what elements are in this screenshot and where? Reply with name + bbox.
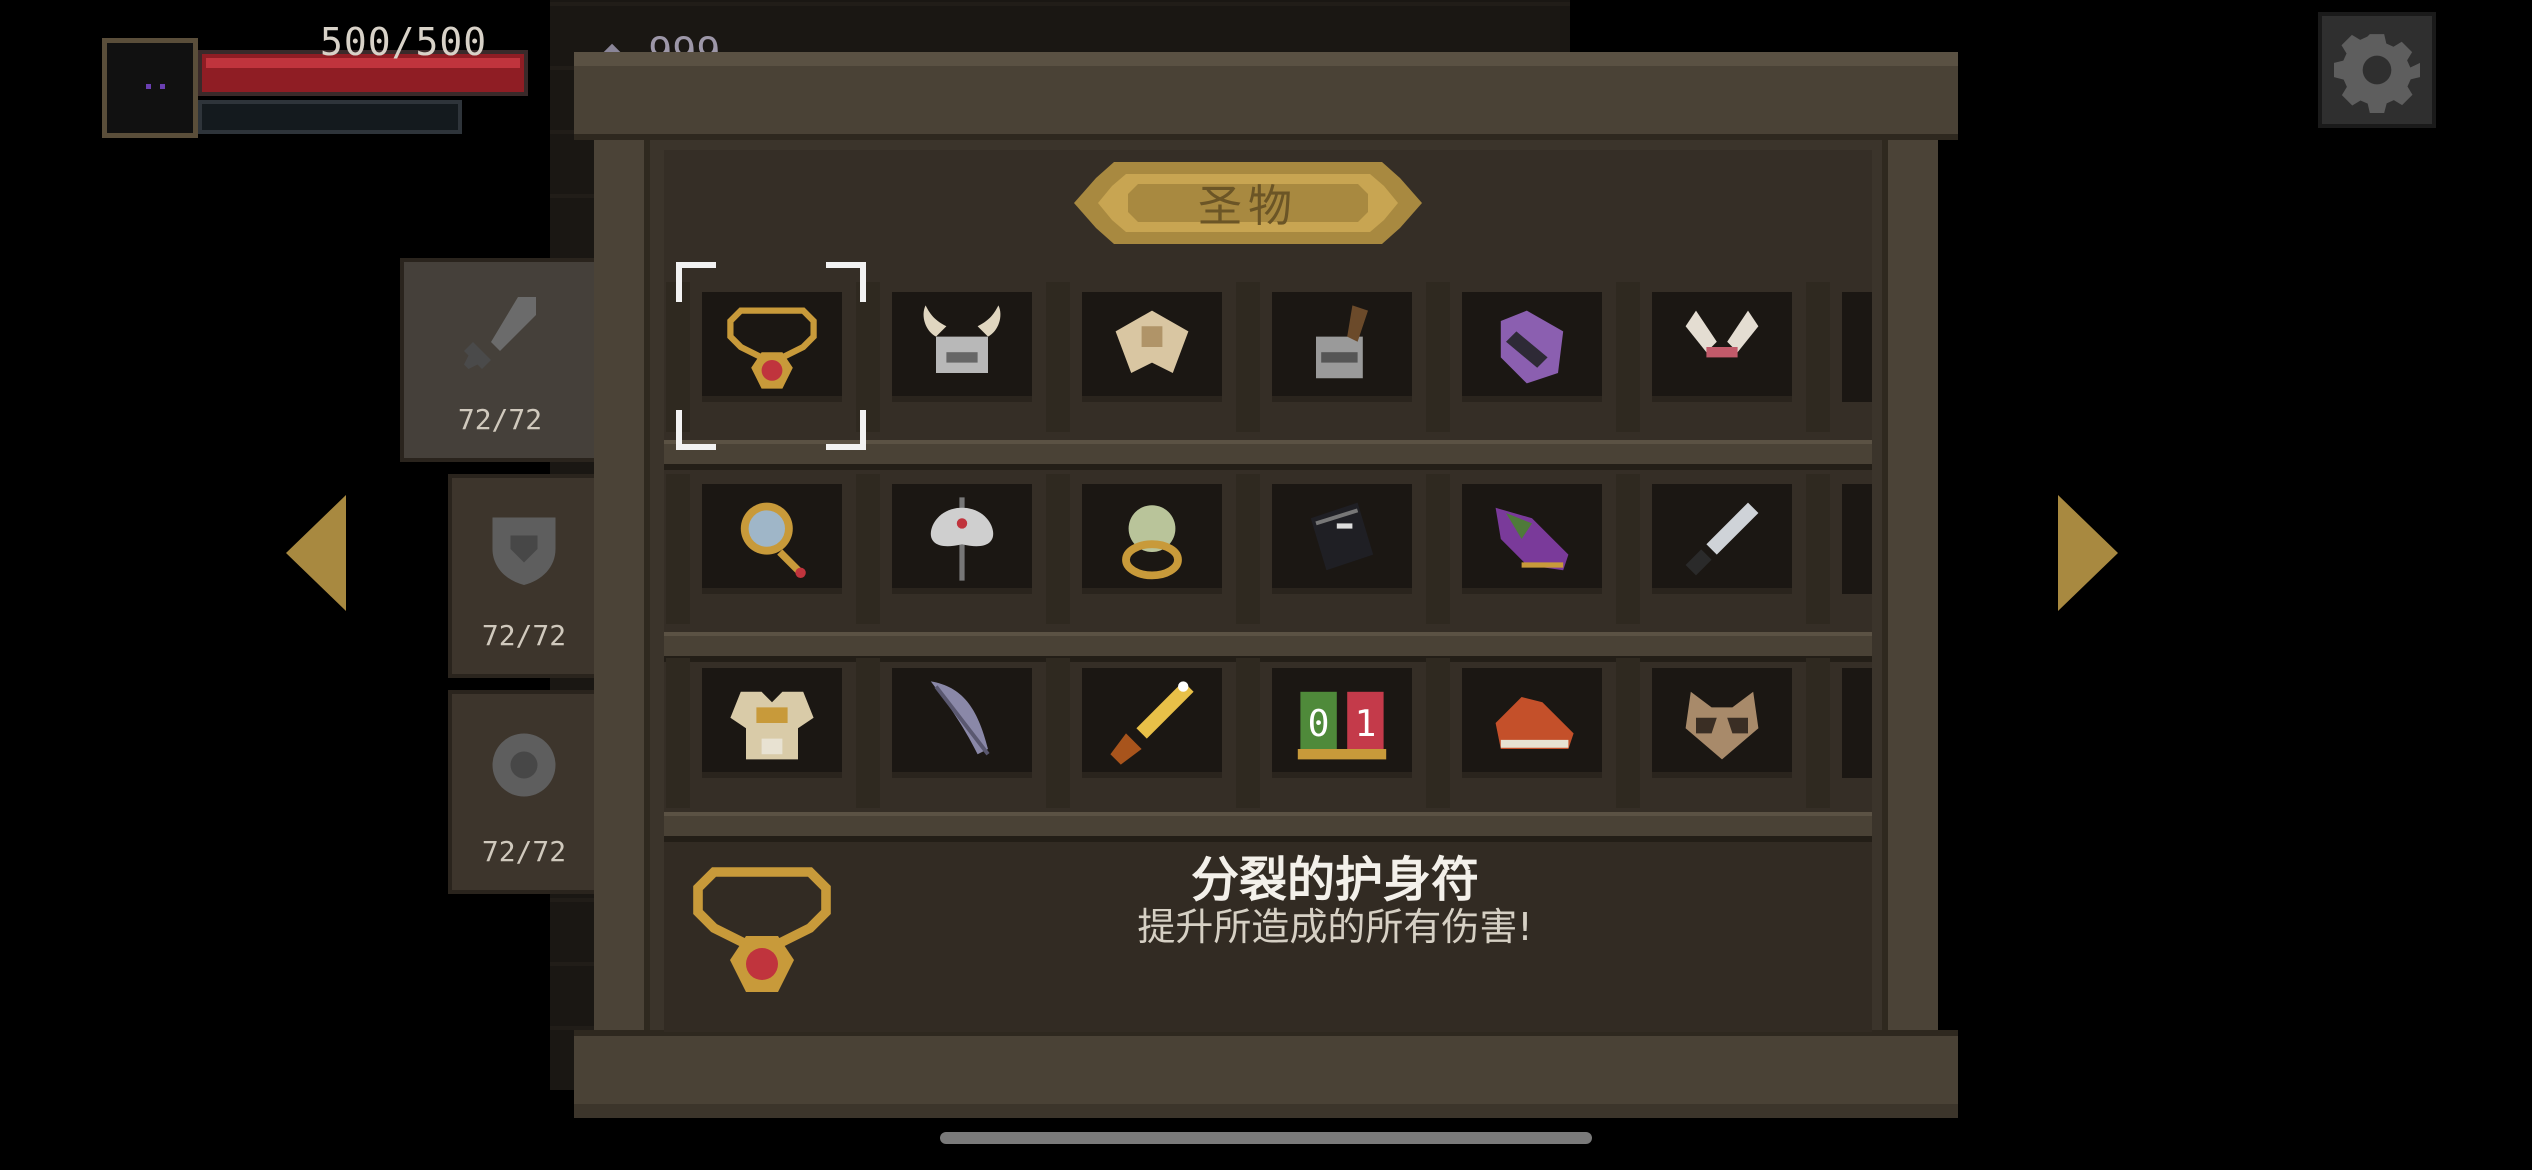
hp-text: 500/500 [320, 20, 488, 64]
svg-text:0: 0 [1308, 702, 1330, 745]
tab-count: 72/72 [457, 403, 543, 436]
shelf-divider [1426, 658, 1450, 808]
relic-slot[interactable] [1652, 484, 1792, 594]
shelf-divider [1046, 282, 1070, 432]
relic-slot[interactable] [702, 668, 842, 778]
shelf-divider [666, 658, 690, 808]
tab-count: 72/72 [481, 619, 567, 652]
selection-cursor [676, 262, 866, 450]
next-page-arrow[interactable] [2058, 495, 2118, 611]
relic-slot[interactable] [1652, 668, 1792, 778]
svg-text:1: 1 [1354, 702, 1376, 745]
relic-slot[interactable] [892, 668, 1032, 778]
relic-slot-partial [1842, 484, 1872, 594]
shelf-divider [666, 474, 690, 624]
feather-quill-icon [930, 681, 990, 756]
shelf-divider [1426, 282, 1450, 432]
shelf [664, 632, 1872, 662]
mana-bar [198, 100, 462, 134]
relic-slot[interactable] [892, 292, 1032, 402]
relic-slot[interactable] [1462, 668, 1602, 778]
bunny-ears-icon [1685, 310, 1759, 358]
relic-slot-partial [1842, 292, 1872, 402]
cabinet-top [574, 52, 1958, 140]
axe-helmet-icon [1316, 305, 1368, 379]
relic-slot-partial [1842, 668, 1872, 778]
shelf [664, 812, 1872, 842]
gear-icon [2334, 34, 2420, 113]
tab-accessories[interactable]: 72/72 [448, 690, 600, 894]
shelf-divider [1236, 282, 1260, 432]
settings-button[interactable] [2318, 12, 2436, 128]
tab-armor[interactable]: 72/72 [448, 474, 600, 678]
shield-icon [492, 517, 556, 585]
red-sneaker-icon [1495, 697, 1574, 749]
purple-shoe-icon [1495, 507, 1569, 571]
magic-mirror-icon [740, 502, 806, 578]
relic-slot[interactable] [1462, 292, 1602, 402]
shelf-divider [1806, 282, 1830, 432]
raccoon-mask-icon [1685, 691, 1759, 760]
shelf-divider [1616, 474, 1640, 624]
shelf-divider [856, 474, 880, 624]
horned-helmet-icon [923, 305, 1001, 373]
dagger-icon [1685, 502, 1759, 576]
black-book-icon [1310, 502, 1374, 571]
relic-slot[interactable] [1462, 484, 1602, 594]
shelf-divider [1046, 474, 1070, 624]
relic-slot[interactable] [1082, 668, 1222, 778]
amulet-icon [693, 867, 831, 992]
cursed-bone-icon [1500, 310, 1564, 384]
relic-slot[interactable] [1652, 292, 1792, 402]
shelf-divider [856, 658, 880, 808]
cabinet-bottom [574, 1030, 1958, 1118]
shelf-divider [1806, 474, 1830, 624]
relic-slot[interactable] [702, 484, 842, 594]
gold-armor-icon [730, 691, 814, 760]
shelf-divider [1426, 474, 1450, 624]
home-indicator[interactable] [940, 1132, 1592, 1144]
paper-charm-icon [1115, 310, 1189, 373]
shelf-divider [1616, 658, 1640, 808]
double-axe-icon [930, 497, 994, 581]
counter-01-icon: 01 [1297, 691, 1387, 760]
shelf-divider [1806, 658, 1830, 808]
relic-slot[interactable] [1082, 292, 1222, 402]
tab-weapons[interactable]: 72/72 [400, 258, 600, 462]
sword-icon [464, 297, 536, 369]
relic-slot[interactable]: 01 [1272, 668, 1412, 778]
portrait-eyes [146, 84, 170, 94]
orb-icon [492, 733, 556, 797]
prev-page-arrow[interactable] [286, 495, 346, 611]
panel-title: 圣物 [1198, 181, 1298, 232]
golden-sword-icon [1110, 681, 1194, 765]
shelf-divider [1046, 658, 1070, 808]
shelf-divider [1236, 658, 1260, 808]
relic-slot[interactable] [892, 484, 1032, 594]
cabinet-pillar-right [1882, 140, 1938, 1040]
shelf-divider [1236, 474, 1260, 624]
crystal-ring-icon [1122, 505, 1182, 580]
relic-slot[interactable] [1272, 484, 1412, 594]
relic-slot[interactable] [1272, 292, 1412, 402]
cabinet-pillar-left [594, 140, 650, 1040]
tab-count: 72/72 [481, 835, 567, 868]
shelf-divider [1616, 282, 1640, 432]
relic-description: 提升所造成的所有伤害! [1137, 905, 1533, 949]
relic-slot[interactable] [1082, 484, 1222, 594]
